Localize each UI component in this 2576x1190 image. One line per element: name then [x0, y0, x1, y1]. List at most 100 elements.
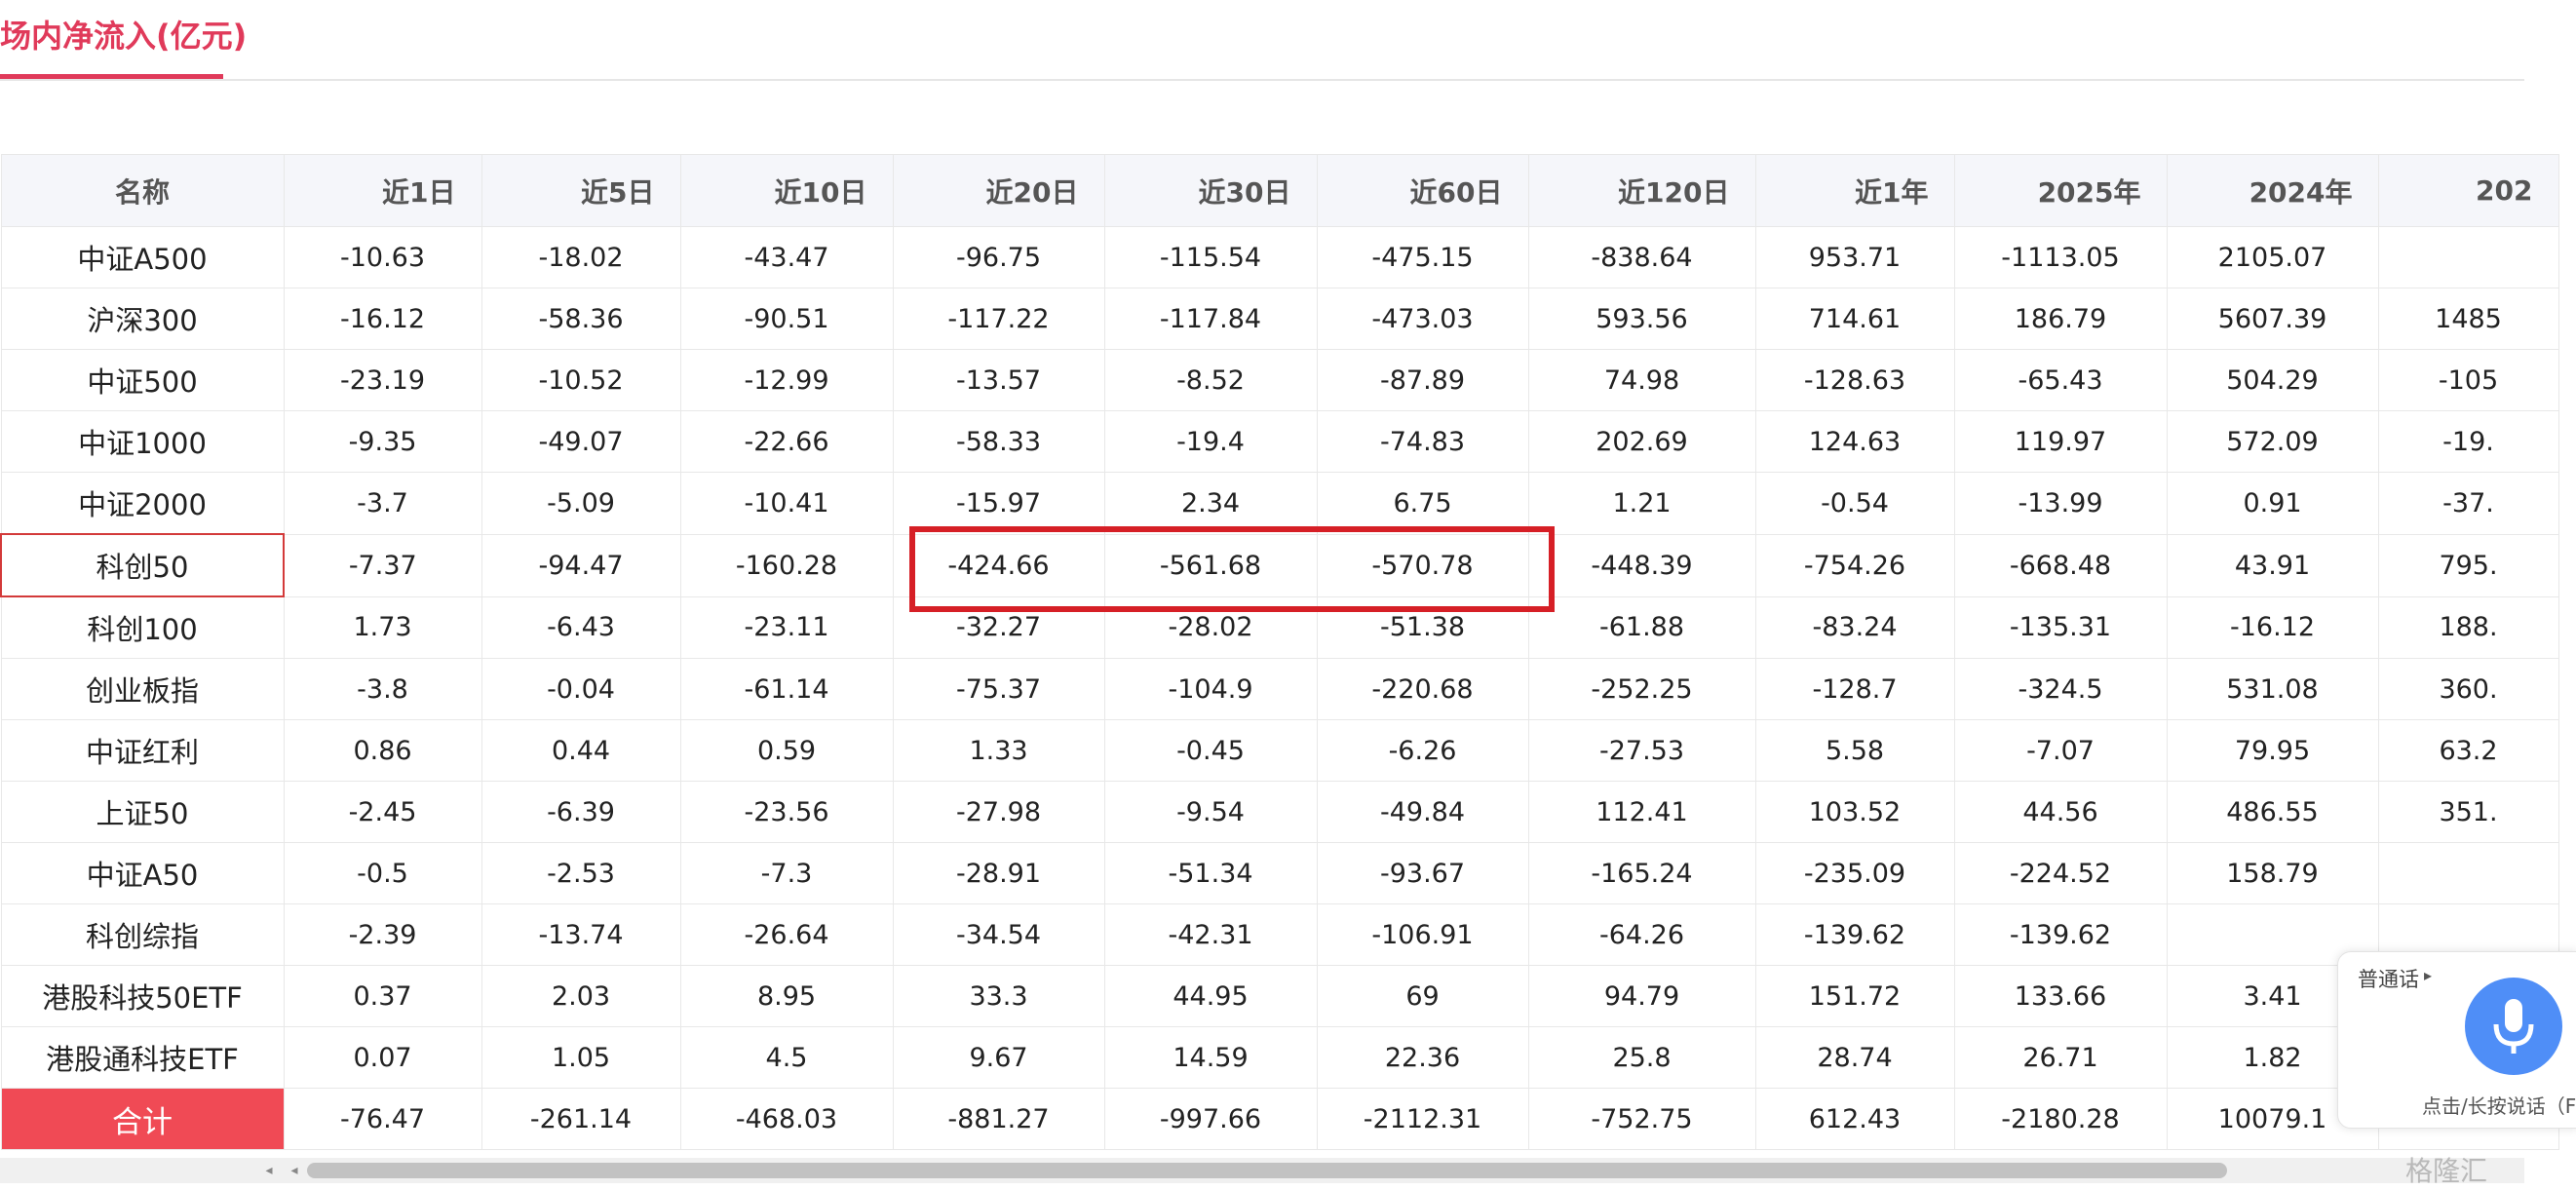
value-cell: 28.74 — [1754, 1026, 1955, 1089]
total-row[interactable]: 合计 -76.47 -261.14 -468.03 -881.27 -997.66 -211… — [0, 1088, 2559, 1150]
value-cell: 79.95 — [2166, 719, 2379, 782]
table-row[interactable]: 科创100 1.73 -6.43 -23.11 -32.27 -28.02 -51.38 -6… — [0, 595, 2559, 659]
value-cell: -28.91 — [892, 842, 1105, 904]
caret-right-icon[interactable]: ▸ — [2424, 966, 2432, 984]
column-header[interactable]: 近1日 — [283, 154, 482, 227]
column-header[interactable]: 近30日 — [1103, 154, 1318, 227]
voice-hint-text: 点击/长按说话（F6 — [2422, 1094, 2576, 1118]
value-cell: 360. — [2377, 658, 2559, 720]
value-cell: -105 — [2377, 349, 2559, 411]
value-cell: 0.91 — [2166, 472, 2379, 535]
row-name-cell: 沪深300 — [0, 288, 285, 350]
table-row[interactable]: 港股科技50ETF 0.37 2.03 8.95 33.3 44.95 69 94.79 151… — [0, 965, 2559, 1027]
value-cell: -3.8 — [283, 658, 482, 720]
value-cell: 103.52 — [1754, 781, 1955, 843]
value-cell: 202.69 — [1527, 410, 1756, 473]
value-cell: 1485 — [2377, 288, 2559, 350]
value-cell: -34.54 — [892, 903, 1105, 966]
value-cell: 1.33 — [892, 719, 1105, 782]
value-cell: 5607.39 — [2166, 288, 2379, 350]
value-cell: 1.73 — [283, 595, 482, 659]
value-cell: -0.5 — [283, 842, 482, 904]
value-cell: -23.11 — [679, 595, 894, 659]
table-row[interactable]: 沪深300 -16.12 -58.36 -90.51 -117.22 -117.84 -47… — [0, 288, 2559, 350]
value-cell: -61.14 — [679, 658, 894, 720]
value-cell: -261.14 — [481, 1088, 681, 1150]
value-cell: 953.71 — [1754, 226, 1955, 288]
value-cell: -0.45 — [1103, 719, 1318, 782]
value-cell: -2.39 — [283, 903, 482, 966]
voice-language-selector[interactable]: 普通话 — [2358, 964, 2419, 993]
value-cell: 133.66 — [1953, 965, 2168, 1027]
scrollbar-thumb[interactable] — [307, 1163, 2227, 1178]
value-cell: 0.59 — [679, 719, 894, 782]
column-header[interactable]: 202 — [2377, 154, 2559, 227]
scroll-left-arrow-icon[interactable]: ◂ — [285, 1158, 304, 1183]
table-row[interactable]: 中证红利 0.86 0.44 0.59 1.33 -0.45 -6.26 -27.53 5.58… — [0, 719, 2559, 782]
value-cell: -19. — [2377, 410, 2559, 473]
table-row[interactable]: 中证500 -23.19 -10.52 -12.99 -13.57 -8.52 -87.89… — [0, 349, 2559, 411]
value-cell: 0.07 — [283, 1026, 482, 1089]
value-cell: -15.97 — [892, 472, 1105, 535]
value-cell: -2.53 — [481, 842, 681, 904]
value-cell: -10.41 — [679, 472, 894, 535]
value-cell: 2.03 — [481, 965, 681, 1027]
value-cell: -83.24 — [1754, 595, 1955, 659]
table-row[interactable]: 创业板指 -3.8 -0.04 -61.14 -75.37 -104.9 -220.68 -2… — [0, 658, 2559, 720]
column-header[interactable]: 2024年 — [2166, 154, 2379, 227]
value-cell: 1.21 — [1527, 472, 1756, 535]
value-cell: -19.4 — [1103, 410, 1318, 473]
column-header[interactable]: 近120日 — [1527, 154, 1756, 227]
column-header[interactable]: 近5日 — [481, 154, 681, 227]
value-cell: -838.64 — [1527, 226, 1756, 288]
value-cell: -58.33 — [892, 410, 1105, 473]
column-header[interactable]: 近20日 — [892, 154, 1105, 227]
value-cell: -49.84 — [1316, 781, 1529, 843]
column-header[interactable]: 近10日 — [679, 154, 894, 227]
value-cell: 0.86 — [283, 719, 482, 782]
microphone-button[interactable] — [2465, 978, 2562, 1075]
value-cell: -752.75 — [1527, 1088, 1756, 1150]
value-cell: -13.57 — [892, 349, 1105, 411]
column-header[interactable]: 近1年 — [1754, 154, 1955, 227]
column-header[interactable]: 2025年 — [1953, 154, 2168, 227]
value-cell: -0.04 — [481, 658, 681, 720]
table-row[interactable]: 科创综指 -2.39 -13.74 -26.64 -34.54 -42.31 -106.91… — [0, 903, 2559, 966]
value-cell: 158.79 — [2166, 842, 2379, 904]
value-cell: -128.63 — [1754, 349, 1955, 411]
value-cell: -51.34 — [1103, 842, 1318, 904]
value-cell: -16.12 — [283, 288, 482, 350]
value-cell: -1113.05 — [1953, 226, 2168, 288]
row-name-cell: 港股通科技ETF — [0, 1026, 285, 1089]
table-row[interactable]: 中证2000 -3.7 -5.09 -10.41 -15.97 2.34 6.75 1.21-… — [0, 472, 2559, 535]
microphone-icon — [2493, 999, 2534, 1054]
table-row[interactable]: 上证50 -2.45 -6.39 -23.56 -27.98 -9.54 -49.84 112… — [0, 781, 2559, 843]
column-header[interactable]: 近60日 — [1316, 154, 1529, 227]
value-cell: -448.39 — [1527, 533, 1756, 597]
page-title-tab[interactable]: 场内净流入(亿元) — [0, 12, 247, 57]
value-cell: -27.53 — [1527, 719, 1756, 782]
scroll-left-arrow-icon[interactable]: ◂ — [259, 1158, 279, 1183]
table-row[interactable]: 中证A50 -0.5 -2.53 -7.3 -28.91 -51.34 -93.67 -165… — [0, 842, 2559, 904]
table-row[interactable]: 中证1000 -9.35 -49.07 -22.66 -58.33 -19.4 -74.83… — [0, 410, 2559, 473]
row-name-cell: 创业板指 — [0, 658, 285, 720]
value-cell: -7.3 — [679, 842, 894, 904]
value-cell: 74.98 — [1527, 349, 1756, 411]
value-cell: -10.52 — [481, 349, 681, 411]
column-header[interactable]: 名称 — [0, 154, 285, 227]
value-cell: 486.55 — [2166, 781, 2379, 843]
value-cell: -75.37 — [892, 658, 1105, 720]
row-name-cell: 中证红利 — [0, 719, 285, 782]
value-cell: -27.98 — [892, 781, 1105, 843]
table-row[interactable]: 港股通科技ETF 0.07 1.05 4.5 9.67 14.59 22.36 25.8 28.… — [0, 1026, 2559, 1089]
table-row[interactable]: 中证A500 -10.63 -18.02 -43.47 -96.75 -115.54 -47… — [0, 226, 2559, 288]
table-row[interactable]: 科创50 -7.37 -94.47 -160.28 -424.66 -561.68 -570… — [0, 533, 2559, 597]
horizontal-scrollbar[interactable]: ◂ ◂ — [0, 1158, 2524, 1183]
row-name-cell: 中证A50 — [0, 842, 285, 904]
value-cell: -65.43 — [1953, 349, 2168, 411]
value-cell: 33.3 — [892, 965, 1105, 1027]
row-name-cell: 港股科技50ETF — [0, 965, 285, 1027]
value-cell: 22.36 — [1316, 1026, 1529, 1089]
value-cell: -51.38 — [1316, 595, 1529, 659]
value-cell: -28.02 — [1103, 595, 1318, 659]
